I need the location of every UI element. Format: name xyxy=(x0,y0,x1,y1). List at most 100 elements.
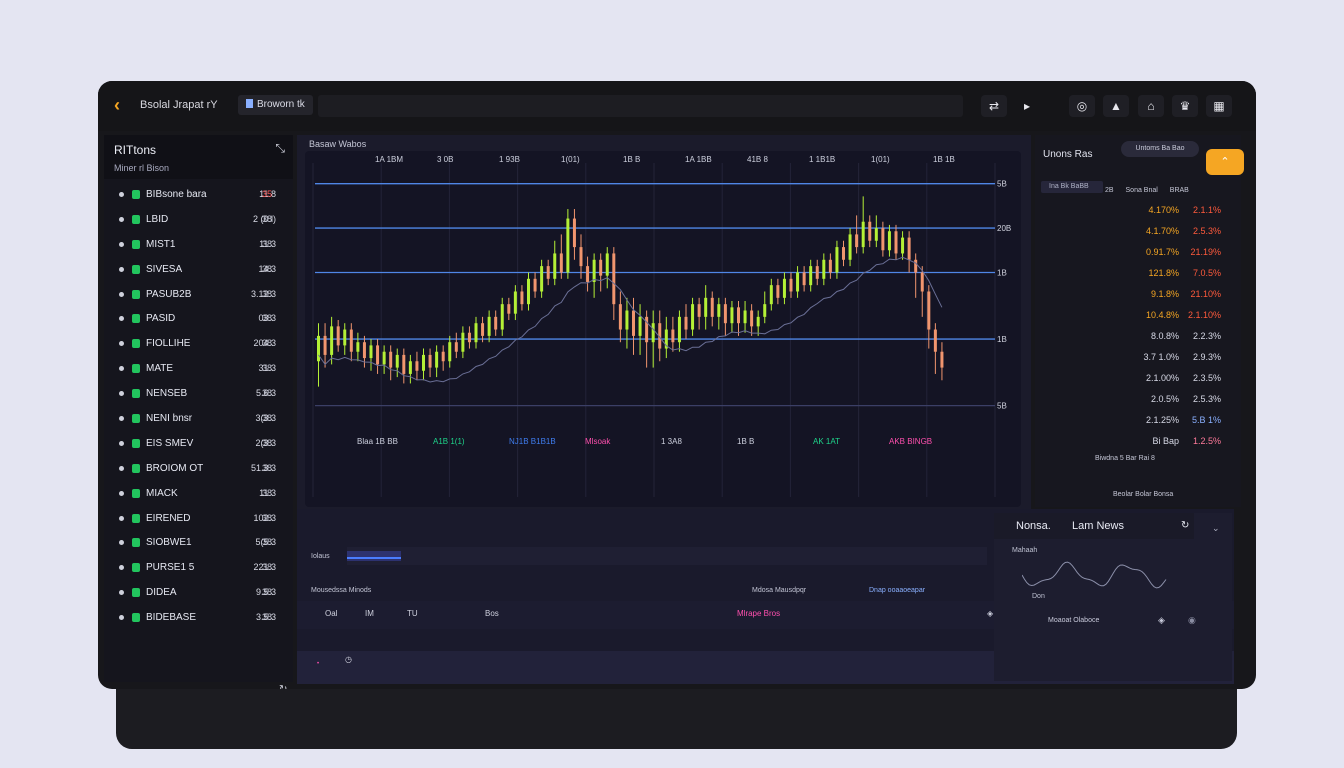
watchlist-item[interactable]: PURSE1 5 221.3 38 xyxy=(104,556,293,581)
watchlist-item[interactable]: EIS SMEV 2(3.3 38 xyxy=(104,432,293,457)
column-4[interactable]: Bos xyxy=(485,609,499,618)
watchlist-item[interactable]: PASID 03.3 38 xyxy=(104,307,293,332)
orderbook-row[interactable]: 121.8% 7.0.5% xyxy=(1105,268,1235,282)
expand-icon[interactable]: ⤡ xyxy=(275,141,285,156)
tab-news-1[interactable]: Nonsa. xyxy=(1016,520,1051,532)
candle-body xyxy=(723,304,727,324)
candlestick-chart[interactable]: 1A 1BM 3 0B 1 93B 1(01) 1B B 1A 1BB 41B 8 1 1B1… xyxy=(305,151,1021,507)
collapse-button[interactable]: ⌃ xyxy=(1206,149,1244,175)
orderbook-panel: Unons Ras Untoms Ba Bao Ina Bk BaBB 2B S… xyxy=(1035,135,1241,507)
orderbook-row[interactable]: 2.1.25% 5.B 1% xyxy=(1105,415,1235,429)
candle-body xyxy=(533,278,537,292)
settings-icon[interactable]: ◉ xyxy=(1188,615,1196,626)
cursor-icon[interactable]: ▸ xyxy=(1014,95,1040,117)
candle-body xyxy=(750,310,754,327)
candle-body xyxy=(494,316,498,330)
target-icon[interactable]: ◎ xyxy=(1069,95,1095,117)
column-3[interactable]: TU xyxy=(407,609,418,618)
candle-body xyxy=(395,354,399,368)
watchlist-panel: RITtons Miner rl Bison ⤡ BIBsone bara 11.… xyxy=(104,135,293,689)
watchlist-change: 38 xyxy=(262,512,273,523)
news-item[interactable]: Moaoat Olaboce ◈ ◉ xyxy=(1008,613,1218,629)
top-tick-label: 1(01) xyxy=(871,155,890,164)
bullet-icon xyxy=(119,266,124,272)
candle-body xyxy=(605,253,609,276)
candle-body xyxy=(382,351,386,365)
alert-icon[interactable]: ⌂ xyxy=(1138,95,1164,117)
candle-body xyxy=(730,307,734,324)
workspace-tab-label: Broworn tk xyxy=(257,99,305,110)
orderbook-row[interactable]: 9.1.8% 21.10% xyxy=(1105,289,1235,303)
watchlist-item[interactable]: BIBsone bara 11.8 35 xyxy=(104,183,293,208)
watchlist-item[interactable]: BIDEBASE 3.5.3 38 xyxy=(104,606,293,631)
candle-body xyxy=(579,247,583,267)
watchlist-item[interactable]: NENSEB 5.6.3 38 xyxy=(104,382,293,407)
orderbook-row[interactable]: 3.7 1.0% 2.9.3% xyxy=(1105,352,1235,366)
watchlist-item[interactable]: MATE 31.3 38 xyxy=(104,357,293,382)
orderbook-filter[interactable]: Ina Bk BaBB xyxy=(1041,181,1103,193)
candle-body xyxy=(474,323,478,343)
watchlist-item[interactable]: PASUB2B 3.12.3 38 xyxy=(104,283,293,308)
watchlist-item[interactable]: DIDEA 9.5.3 38 xyxy=(104,581,293,606)
watchlist-item[interactable]: SIOBWE1 5(5.3 38 xyxy=(104,531,293,556)
candle-body xyxy=(507,304,511,314)
layout-icon[interactable]: ▦ xyxy=(1206,95,1232,117)
orderbook-row[interactable]: Bi Bap 1.2.5% xyxy=(1105,436,1235,450)
asset-icon xyxy=(132,239,140,249)
chevron-down-icon[interactable]: ⌄ xyxy=(1212,523,1220,534)
refresh-icon[interactable]: ↻ xyxy=(279,684,287,689)
back-icon[interactable]: ‹ xyxy=(114,95,132,115)
watchlist-change: 38 xyxy=(262,288,273,299)
refresh-news-icon[interactable]: ↻ xyxy=(1181,520,1189,531)
clock-icon: ◷ xyxy=(345,655,352,664)
bottom-label-1: Iolaus xyxy=(311,553,330,560)
orderbook-value-a: 2.1.00% xyxy=(1145,373,1179,383)
orderbook-row[interactable]: 4.1.70% 2.5.3% xyxy=(1105,226,1235,240)
orderbook-row[interactable]: 2.0.5% 2.5.3% xyxy=(1105,394,1235,408)
watchlist-item[interactable]: MIACK 11.3 38 xyxy=(104,482,293,507)
orderbook-selector[interactable]: Untoms Ba Bao xyxy=(1121,141,1199,157)
asset-icon xyxy=(132,563,140,573)
shield-icon[interactable]: ◈ xyxy=(987,609,993,618)
bullet-icon xyxy=(119,341,124,347)
watchlist-item[interactable]: NENI bnsr 3(3.3 38 xyxy=(104,407,293,432)
watchlist-item[interactable]: BROIOM OT 51.3.3 38 xyxy=(104,457,293,482)
candle-body xyxy=(737,307,740,324)
tab-news-2[interactable]: Lam News xyxy=(1072,520,1124,532)
top-tick-label: 1A 1BB xyxy=(685,155,712,164)
watchlist-item[interactable]: LBID 2 (0.l) 38 xyxy=(104,208,293,233)
swap-icon[interactable]: ⇄ xyxy=(981,95,1007,117)
candle-body xyxy=(809,266,813,286)
watchlist-symbol: FIOLLIHE xyxy=(146,338,191,350)
orderbook-title: Unons Ras xyxy=(1043,149,1093,160)
candle-body xyxy=(769,285,773,305)
watchlist-item[interactable]: EIRENED 102.3 38 xyxy=(104,507,293,532)
watchlist-change: 38 xyxy=(262,388,273,399)
column-1[interactable]: Oal xyxy=(325,609,337,618)
watchlist-symbol: BIBsone bara xyxy=(146,189,207,200)
candle-body xyxy=(717,304,721,317)
chart-canvas[interactable]: 1A 1BM 3 0B 1 93B 1(01) 1B B 1A 1BB 41B 8 1 1B1… xyxy=(305,151,1021,507)
watchlist-change: 38 xyxy=(262,537,273,548)
orderbook-row[interactable]: 2.1.00% 2.3.5% xyxy=(1105,373,1235,387)
watchlist-item[interactable]: SIVESA 14.3 38 xyxy=(104,258,293,283)
candle-body xyxy=(415,361,419,371)
crown-icon[interactable]: ♛ xyxy=(1172,95,1198,117)
shield-icon[interactable]: ◈ xyxy=(1158,615,1165,626)
status-dot-icon: • xyxy=(317,661,320,667)
watchlist-item[interactable]: FIOLLIHE 204.3 38 xyxy=(104,332,293,357)
orderbook-row[interactable]: 8.0.8% 2.2.3% xyxy=(1105,331,1235,345)
watchlist-item[interactable]: MIST1 11.3 38 xyxy=(104,233,293,258)
bullet-icon xyxy=(119,192,124,197)
orderbook-value-a: 3.7 1.0% xyxy=(1143,352,1179,362)
app-window: ‹ Bsolal Jrapat rY Broworn tk ⇄ ▸ ◎ ▲ ⌂ … xyxy=(98,81,1256,689)
orderbook-row[interactable]: 4.170% 2.1.1% xyxy=(1105,205,1235,219)
tag-icon[interactable]: ▲ xyxy=(1103,95,1129,117)
column-2[interactable]: IM xyxy=(365,609,374,618)
orderbook-row[interactable]: 10.4.8% 2.1.10% xyxy=(1105,310,1235,324)
column-5[interactable]: Mlrape Bros xyxy=(737,609,780,618)
asset-icon xyxy=(132,389,140,399)
candle-body xyxy=(467,332,471,343)
orderbook-row[interactable]: 0.91.7% 21.19% xyxy=(1105,247,1235,261)
workspace-tab[interactable]: Broworn tk xyxy=(238,95,313,115)
